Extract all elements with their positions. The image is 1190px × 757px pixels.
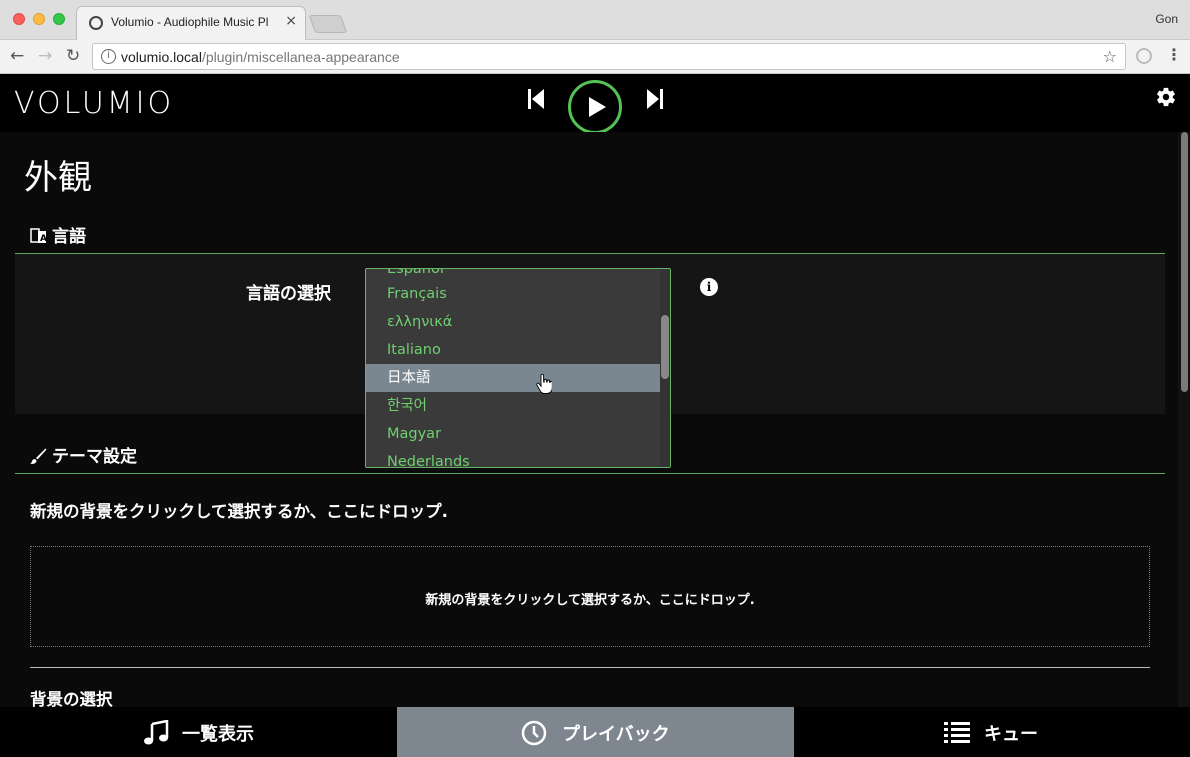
language-section-heading: A 言語	[30, 222, 86, 247]
language-option[interactable]: ελληνικά	[366, 308, 660, 336]
play-button[interactable]	[568, 80, 622, 134]
dropzone-text: 新規の背景をクリックして選択するか、ここにドロップ.	[425, 593, 755, 608]
section-divider	[15, 473, 1165, 474]
hand-cursor-icon	[536, 374, 552, 394]
language-option-selected[interactable]: 日本語	[366, 364, 660, 392]
settings-content: 外観 A 言語 言語の選択 Español Français ελληνικά …	[0, 132, 1178, 707]
svg-text:A: A	[40, 234, 47, 244]
brush-icon	[30, 448, 47, 464]
language-option[interactable]: Français	[366, 280, 660, 308]
volumio-logo[interactable]: VOLUMIO	[14, 86, 174, 121]
playback-tab-label: プレイバック	[562, 724, 670, 745]
new-tab-button[interactable]	[308, 15, 348, 33]
music-note-icon	[144, 720, 169, 745]
page-scrollbar[interactable]	[1178, 132, 1190, 707]
language-select-label: 言語の選択	[246, 284, 331, 304]
browse-tab-label: 一覧表示	[182, 724, 254, 745]
page-title: 外観	[24, 158, 92, 198]
extension-icon[interactable]	[1136, 48, 1152, 64]
listbox-scroll-thumb[interactable]	[661, 315, 669, 379]
language-option[interactable]: Magyar	[366, 420, 660, 448]
browse-tab[interactable]: 一覧表示	[0, 707, 397, 757]
list-icon	[944, 722, 970, 743]
playback-tab[interactable]: プレイバック	[397, 707, 794, 757]
background-dropzone[interactable]: 新規の背景をクリックして選択するか、ここにドロップ.	[30, 546, 1150, 647]
theme-section-title: テーマ設定	[52, 447, 137, 467]
profile-name[interactable]: Gon	[1155, 12, 1178, 26]
close-window-button[interactable]	[13, 13, 25, 25]
language-option[interactable]: Italiano	[366, 336, 660, 364]
language-listbox[interactable]: Español Français ελληνικά Italiano 日本語 한…	[365, 268, 671, 468]
tab-title: Volumio - Audiophile Music Pl	[111, 15, 269, 29]
gear-icon[interactable]	[1155, 86, 1177, 108]
queue-tab-label: キュー	[984, 724, 1038, 745]
browser-toolbar: ← → ↻ i volumio.local/plugin/miscellanea…	[0, 40, 1190, 74]
back-icon[interactable]: ←	[10, 46, 24, 66]
url-host: volumio.local	[121, 49, 202, 65]
address-bar[interactable]: i volumio.local/plugin/miscellanea-appea…	[92, 43, 1126, 70]
site-info-icon[interactable]: i	[101, 49, 116, 64]
language-option[interactable]: Nederlands	[366, 448, 660, 467]
zoom-window-button[interactable]	[53, 13, 65, 25]
language-option[interactable]: 한국어	[366, 392, 660, 420]
background-upload-title: 新規の背景をクリックして選択するか、ここにドロップ.	[30, 502, 448, 521]
tab-close-icon[interactable]: ×	[285, 13, 297, 29]
content-divider	[30, 667, 1150, 668]
previous-track-icon[interactable]	[527, 88, 545, 110]
minimize-window-button[interactable]	[33, 13, 45, 25]
page-scroll-thumb[interactable]	[1181, 132, 1188, 392]
forward-icon[interactable]: →	[38, 46, 52, 66]
browser-tab[interactable]: Volumio - Audiophile Music Pl ×	[76, 6, 306, 40]
clock-icon	[521, 720, 547, 746]
play-icon	[589, 97, 606, 117]
listbox-scrollbar[interactable]	[660, 269, 670, 467]
language-info-icon[interactable]: i	[700, 278, 718, 296]
bottom-navigation: 一覧表示 プレイバック キュー	[0, 707, 1190, 757]
next-track-icon[interactable]	[646, 88, 664, 110]
browser-menu-icon[interactable]: ⋮	[1166, 45, 1182, 64]
language-icon: A	[30, 228, 47, 244]
reload-icon[interactable]: ↻	[66, 46, 80, 66]
browser-tab-strip: Volumio - Audiophile Music Pl × Gon	[0, 0, 1190, 40]
bookmark-star-icon[interactable]: ☆	[1103, 47, 1117, 66]
url-text[interactable]: volumio.local/plugin/miscellanea-appeara…	[121, 49, 400, 65]
theme-section-heading: テーマ設定	[30, 442, 137, 467]
volumio-favicon-icon	[89, 16, 103, 30]
queue-tab[interactable]: キュー	[794, 707, 1190, 757]
app-header: VOLUMIO	[0, 74, 1190, 134]
url-path: /plugin/miscellanea-appearance	[201, 49, 400, 65]
background-select-title: 背景の選択	[30, 690, 113, 707]
language-section-title: 言語	[52, 227, 86, 247]
